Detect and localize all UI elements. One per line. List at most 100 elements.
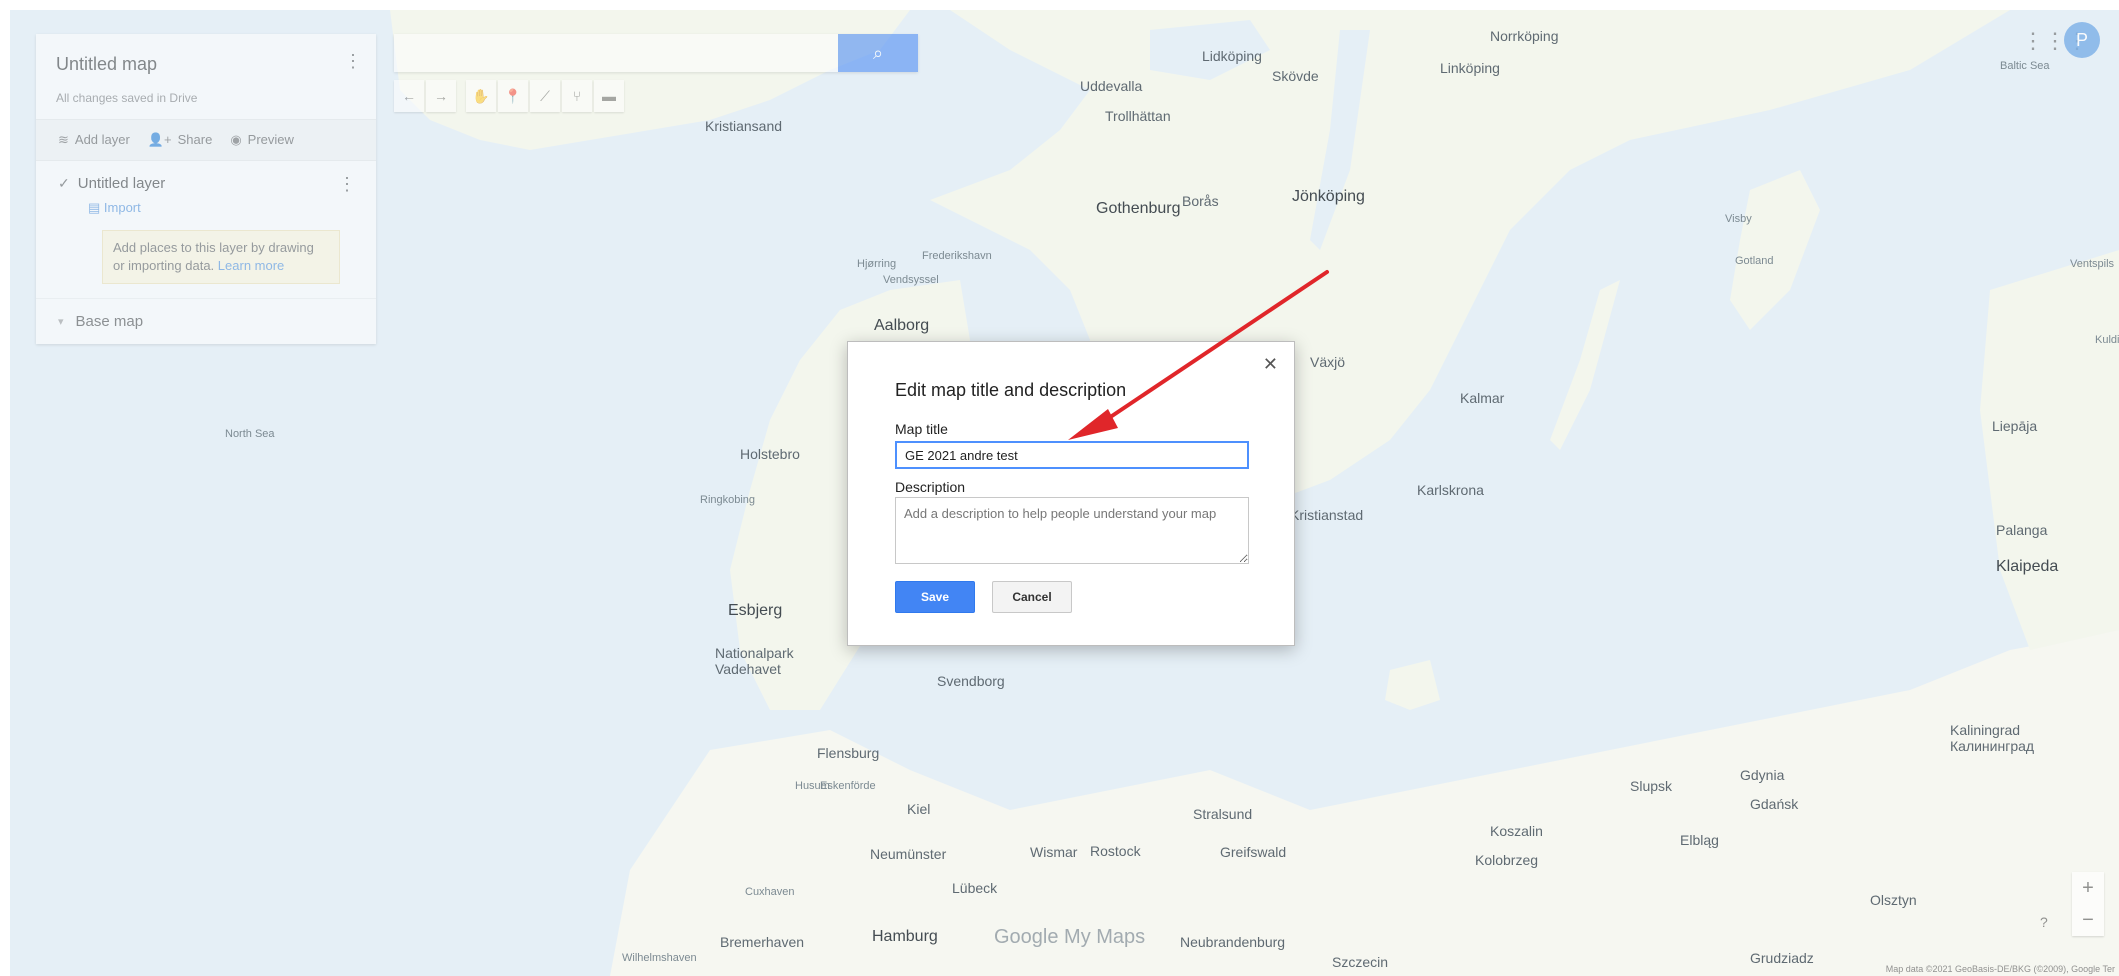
map-label: Wilhelmshaven xyxy=(622,952,697,964)
map-attribution[interactable]: Map data ©2021 GeoBasis-DE/BKG (©2009), … xyxy=(1886,964,2115,974)
close-icon[interactable]: ✕ xyxy=(1263,354,1278,375)
map-label: Greifswald xyxy=(1220,844,1287,860)
search-input[interactable] xyxy=(394,34,838,72)
map-label: Växjö xyxy=(1310,354,1346,370)
map-label: Cuxhaven xyxy=(745,886,795,898)
map-label: Lidköping xyxy=(1202,48,1262,64)
undo-icon: ← xyxy=(402,88,416,104)
directions-icon: ⑂ xyxy=(572,88,582,104)
map-label: Gothenburg xyxy=(1096,200,1181,217)
layer-options-icon[interactable]: ⋮ xyxy=(338,175,356,193)
map-label: Ventspils xyxy=(2070,258,2115,270)
map-title-input[interactable] xyxy=(895,441,1249,469)
draw-line-icon: ⟋ xyxy=(540,87,550,104)
panel-actions: ≋ Add layer 👤+ Share ◉ Preview xyxy=(36,119,376,161)
measure-button[interactable]: ▬ xyxy=(594,80,624,112)
map-label: Neubrandenburg xyxy=(1180,934,1286,950)
save-status: All changes saved in Drive xyxy=(56,91,198,105)
map-label: Hjørring xyxy=(857,258,897,270)
dialog-title: Edit map title and description xyxy=(895,380,1127,400)
add-person-icon: 👤+ xyxy=(147,132,172,147)
chevron-down-icon[interactable]: ▾ xyxy=(58,315,64,328)
map-label: Flensburg xyxy=(817,745,880,761)
draw-line-button[interactable]: ⟋ xyxy=(530,80,560,112)
zoom-out-button[interactable]: − xyxy=(2072,904,2104,936)
map-label: Svendborg xyxy=(937,673,1005,689)
marker-icon: 📍 xyxy=(504,87,522,104)
layer-untitled: ✓ Untitled layer ⋮ ▤ Import Add places t… xyxy=(36,161,376,298)
map-label: Karlskrona xyxy=(1417,482,1484,498)
description-label: Description xyxy=(895,479,966,495)
zoom-in-button[interactable]: + xyxy=(2072,872,2104,904)
map-label: Visby xyxy=(1725,213,1752,225)
preview-button[interactable]: ◉ Preview xyxy=(230,132,294,148)
google-my-maps-logo: Google My Maps xyxy=(994,926,1146,948)
layer-hint: Add places to this layer by drawing or i… xyxy=(102,230,340,284)
map-label: Wismar xyxy=(1030,844,1078,860)
search-button[interactable]: ⌕ xyxy=(838,34,918,72)
map-legend-panel: Untitled map All changes saved in Drive … xyxy=(36,34,376,344)
learn-more-link[interactable]: Learn more xyxy=(218,258,284,273)
map-label: Rostock xyxy=(1090,843,1141,859)
add-layer-icon: ≋ xyxy=(58,132,69,147)
map-label: Kuldi xyxy=(2095,334,2119,346)
map-label: Kristianstad xyxy=(1290,507,1364,523)
map-label: Vendsyssel xyxy=(883,274,939,286)
map-label: Hamburg xyxy=(872,928,938,945)
map-label: Bremerhaven xyxy=(720,934,805,950)
share-button[interactable]: 👤+ Share xyxy=(148,132,212,148)
map-label: Kalmar xyxy=(1460,390,1505,406)
map-label: Kristiansand xyxy=(705,118,783,134)
map-label: Kolobrzeg xyxy=(1475,852,1539,868)
map-label: Ringkobing xyxy=(700,494,756,506)
map-label: Skövde xyxy=(1272,68,1319,84)
cancel-button[interactable]: Cancel xyxy=(992,581,1072,613)
map-label: Kaliningrad Калининград xyxy=(1950,722,2035,754)
undo-button[interactable]: ← xyxy=(394,80,424,112)
map-label: Palanga xyxy=(1996,522,2048,538)
layer-checkbox[interactable]: ✓ xyxy=(58,175,70,192)
save-button[interactable]: Save xyxy=(895,581,975,613)
map-label: Uddevalla xyxy=(1080,78,1143,94)
add-layer-button[interactable]: ≋ Add layer xyxy=(58,132,130,148)
map-label: Stralsund xyxy=(1193,806,1253,822)
map-label: Baltic Sea xyxy=(2000,60,2050,72)
map-label: Aalborg xyxy=(874,317,930,334)
map-label: North Sea xyxy=(225,428,275,440)
map-options-icon[interactable]: ⋮ xyxy=(344,52,362,70)
directions-button[interactable]: ⑂ xyxy=(562,80,592,112)
map-label: Klaipeda xyxy=(1996,558,2059,575)
search-bar: ⌕ xyxy=(394,34,918,72)
map-label: Lübeck xyxy=(952,880,998,896)
edit-map-dialog: ✕ Edit map title and description Map tit… xyxy=(847,341,1295,646)
description-input[interactable] xyxy=(895,497,1249,564)
map-title[interactable]: Untitled map xyxy=(56,54,356,75)
map-label: Szczecin xyxy=(1332,954,1389,970)
panel-header: Untitled map All changes saved in Drive … xyxy=(36,34,376,119)
map-label: Nationalpark Vadehavet xyxy=(715,645,794,677)
import-link[interactable]: ▤ Import xyxy=(88,200,356,216)
ruler-icon: ▬ xyxy=(602,88,616,104)
map-label: Neumünster xyxy=(870,846,947,862)
map-label: Gdańsk xyxy=(1750,796,1799,812)
layer-name[interactable]: Untitled layer xyxy=(78,175,166,192)
map-label: Linköping xyxy=(1440,60,1500,76)
add-marker-button[interactable]: 📍 xyxy=(498,80,528,112)
search-icon: ⌕ xyxy=(872,42,884,63)
map-label: Slupsk xyxy=(1630,778,1673,794)
map-toolbar: ← → ✋ 📍 ⟋ ⑂ ▬ xyxy=(394,80,624,112)
help-button[interactable]: ? xyxy=(2040,914,2048,930)
map-title-label: Map title xyxy=(895,421,948,437)
avatar[interactable]: P xyxy=(2064,22,2100,58)
map-label: Liepāja xyxy=(1992,418,2038,434)
map-label: Husum xyxy=(795,780,830,792)
map-label: Borås xyxy=(1182,193,1219,209)
map-label: Jönköping xyxy=(1292,188,1365,205)
base-map-row[interactable]: ▾ Base map xyxy=(36,298,376,344)
redo-icon: → xyxy=(434,88,448,104)
redo-button[interactable]: → xyxy=(426,80,456,112)
map-label: Frederikshavn xyxy=(922,250,992,262)
select-items-button[interactable]: ✋ xyxy=(466,80,496,112)
map-label: Olsztyn xyxy=(1870,892,1917,908)
hand-icon: ✋ xyxy=(472,87,490,104)
